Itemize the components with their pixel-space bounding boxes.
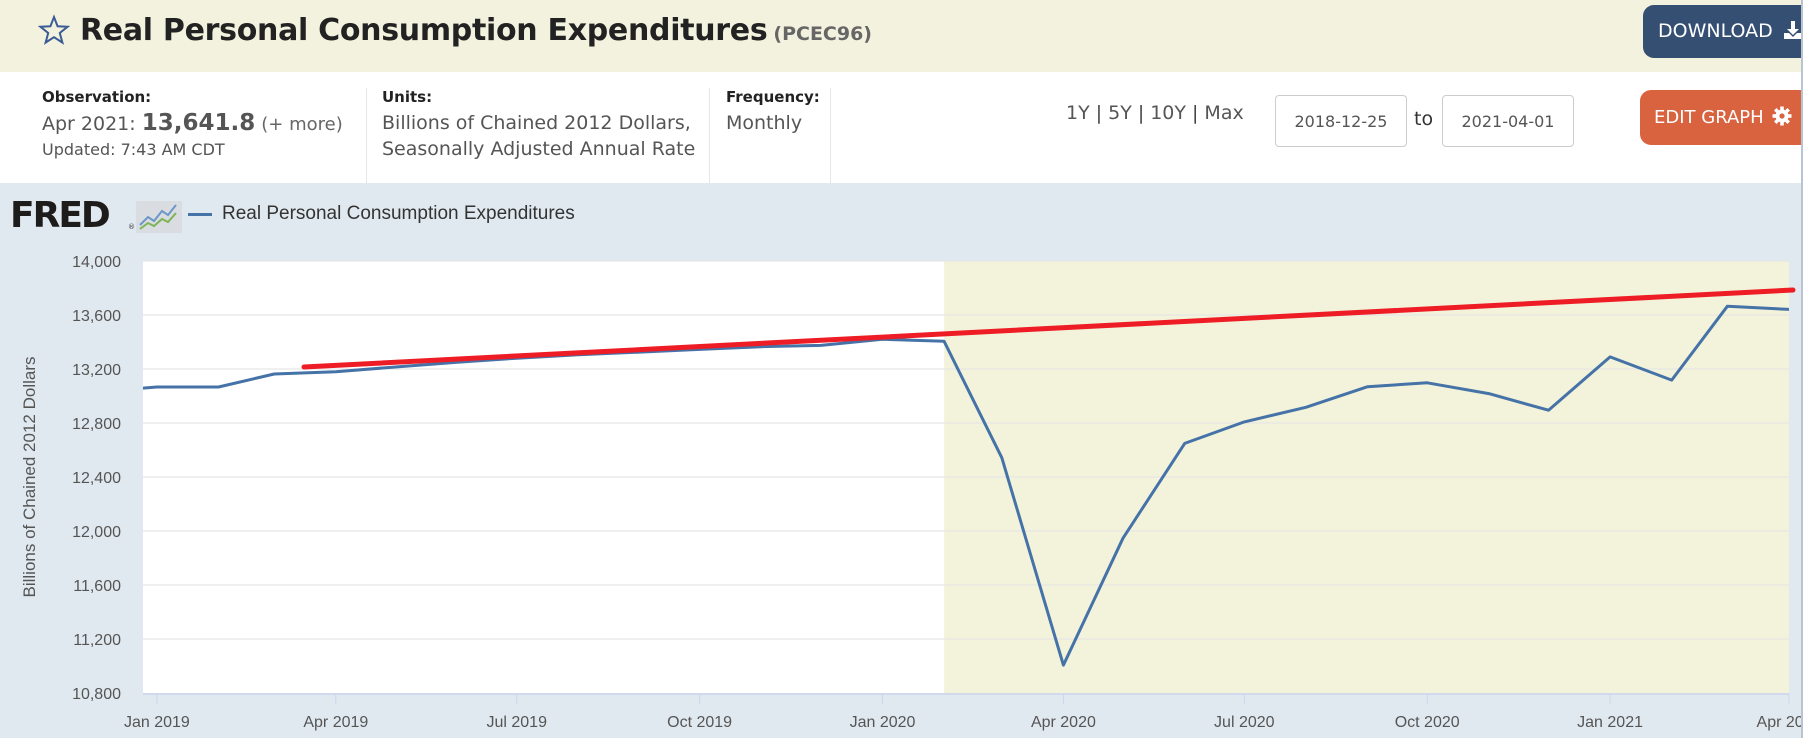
frequency-label: Frequency:	[726, 88, 820, 106]
x-tick-label: Apr 2021	[1757, 714, 1801, 731]
range-10y[interactable]: 10Y	[1150, 102, 1186, 124]
y-tick-label: 14,000	[72, 254, 121, 271]
x-tick-label: Apr 2020	[1031, 714, 1096, 731]
range-1y[interactable]: 1Y	[1066, 102, 1090, 124]
y-axis-title: Billions of Chained 2012 Dollars	[20, 357, 39, 598]
chart-area: FRED ® Real Personal Consumption Expendi…	[0, 183, 1801, 738]
x-tick-label: Jul 2019	[486, 714, 547, 731]
series-title: Real Personal Consumption Expenditures	[80, 13, 768, 48]
observation-label: Observation:	[42, 88, 152, 106]
range-max[interactable]: Max	[1204, 102, 1243, 124]
end-date-input[interactable]	[1442, 95, 1574, 147]
y-tick-label: 10,800	[72, 686, 121, 703]
download-button[interactable]: DOWNLOAD	[1643, 5, 1803, 58]
range-5y[interactable]: 5Y	[1108, 102, 1132, 124]
series-info-bar: Observation: Apr 2021: 13,641.8 (+ more)…	[0, 72, 1803, 183]
x-tick-label: Oct 2019	[667, 714, 732, 731]
gear-icon	[1772, 106, 1792, 126]
y-tick-label: 12,000	[72, 524, 121, 541]
frequency-value: Monthly	[726, 112, 803, 134]
download-icon	[1783, 21, 1802, 39]
x-tick-label: Jan 2019	[124, 714, 190, 731]
edit-graph-button[interactable]: EDIT GRAPH	[1640, 90, 1803, 145]
units-line-1: Billions of Chained 2012 Dollars,	[382, 112, 691, 134]
units-block: Units: Billions of Chained 2012 Dollars,…	[382, 88, 695, 162]
observation-value: 13,641.8	[141, 110, 256, 136]
divider	[366, 88, 367, 183]
x-tick-label: Jul 2020	[1214, 714, 1275, 731]
observation-block: Observation: Apr 2021: 13,641.8 (+ more)…	[42, 88, 343, 159]
date-range-shortcuts: 1Y | 5Y | 10Y | Max	[1066, 102, 1244, 124]
y-tick-label: 12,800	[72, 416, 121, 433]
divider	[830, 88, 831, 183]
x-tick-label: Oct 2020	[1395, 714, 1460, 731]
page-title: Real Personal Consumption Expenditures (P…	[80, 13, 872, 48]
range-separator: |	[1095, 102, 1103, 124]
x-tick-label: Jan 2021	[1577, 714, 1643, 731]
observation-line: Apr 2021: 13,641.8 (+ more)	[42, 110, 343, 138]
y-tick-label: 12,400	[72, 470, 121, 487]
y-tick-label: 11,600	[73, 578, 121, 595]
y-tick-label: 11,200	[73, 632, 121, 649]
units-label: Units:	[382, 88, 433, 106]
edit-graph-label: EDIT GRAPH	[1654, 107, 1764, 128]
range-separator: |	[1137, 102, 1145, 124]
series-header: Real Personal Consumption Expenditures (P…	[0, 0, 1803, 72]
observation-more-link[interactable]: (+ more)	[261, 114, 342, 135]
start-date-input[interactable]	[1275, 95, 1407, 147]
y-tick-label: 13,600	[72, 308, 121, 325]
line-chart: 10,800 11,200 11,600 12,000 12,400 12,800 13,2…	[20, 254, 1801, 731]
star-icon[interactable]	[38, 14, 70, 46]
y-tick-label: 13,200	[72, 362, 121, 379]
units-line-2: Seasonally Adjusted Annual Rate	[382, 138, 696, 160]
range-separator: |	[1192, 102, 1199, 124]
x-tick-label: Apr 2019	[303, 714, 368, 731]
download-label: DOWNLOAD	[1658, 20, 1773, 42]
series-id: (PCEC96)	[773, 23, 872, 45]
to-label: to	[1414, 108, 1434, 130]
divider	[709, 88, 710, 183]
frequency-block: Frequency: Monthly	[726, 88, 820, 136]
observation-date: Apr 2021:	[42, 113, 136, 135]
updated-time: Updated: 7:43 AM CDT	[42, 140, 225, 159]
x-tick-label: Jan 2020	[850, 714, 916, 731]
